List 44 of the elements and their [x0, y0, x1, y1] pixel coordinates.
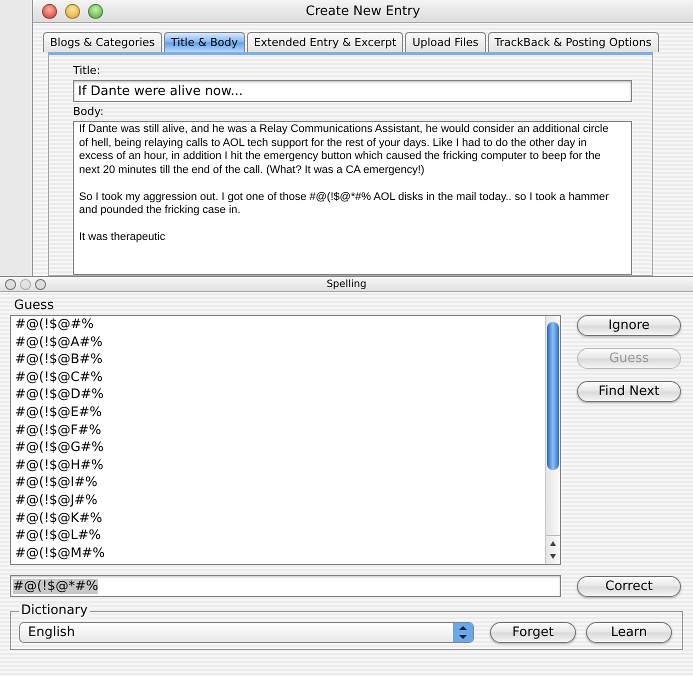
- group-label: Dictionary: [19, 603, 90, 618]
- guess-item[interactable]: #@(!$@M#%: [15, 546, 541, 564]
- correct-button[interactable]: Correct: [577, 576, 681, 597]
- guess-item[interactable]: #@(!$@I#%: [15, 475, 541, 493]
- guess-item[interactable]: #@(!$@D#%: [15, 387, 541, 405]
- stepper-arrows-icon: [453, 622, 473, 642]
- minimize-button[interactable]: [65, 4, 80, 18]
- zoom-button[interactable]: [35, 278, 46, 290]
- panel-button[interactable]: Ignore: [577, 315, 681, 336]
- guess-item[interactable]: #@(!$@J#%: [15, 492, 541, 511]
- popup-value: English: [28, 624, 76, 640]
- title-field[interactable]: If Dante were alive now...: [73, 80, 632, 102]
- dictionary-button[interactable]: Learn: [586, 622, 672, 643]
- panel-button[interactable]: Find Next: [577, 381, 681, 402]
- guess-item[interactable]: #@(!$@A#%: [15, 334, 541, 352]
- body-paragraph: If Dante was still alive, and he was a Relay Communications Assistant, he would consider an additional circle of hell, being relaying calls to AOL tech support for the rest of your days. Like I had to do the other day in excess of an hour, in addition I hit the emergency button which caused the fricking computer to beep for the next 20 minutes till the end of the call. (What? It was a CA emergency!): [79, 123, 610, 177]
- tab[interactable]: Title & Body: [164, 32, 245, 52]
- guess-item[interactable]: #@(!$@#%: [15, 317, 541, 335]
- tab[interactable]: Blogs & Categories: [43, 32, 162, 52]
- dictionary-popup[interactable]: English: [19, 622, 474, 642]
- guess-item[interactable]: #@(!$@B#%: [15, 352, 541, 370]
- window-title: Create New Entry: [306, 4, 420, 18]
- panel-title: Spelling: [326, 278, 366, 290]
- body-text-area[interactable]: [73, 121, 632, 275]
- body-paragraph: It was therapeutic: [79, 231, 166, 244]
- close-button[interactable]: [5, 278, 16, 290]
- field-label: Title:: [73, 64, 102, 77]
- dictionary-button[interactable]: Forget: [490, 622, 576, 643]
- word-field[interactable]: #@(!$@*#%: [10, 575, 561, 597]
- field-label: Body:: [73, 105, 105, 118]
- list-label: Guess: [14, 298, 54, 313]
- body-paragraph: So I took my aggression out. I got one of those #@(!$@*#% AOL disks in the mail today.. so I took a hammer and pounded the fricking case in.: [79, 190, 610, 218]
- tab[interactable]: TrackBack & Posting Options: [488, 32, 659, 52]
- tab[interactable]: Upload Files: [405, 32, 486, 52]
- guess-item[interactable]: #@(!$@H#%: [15, 458, 541, 476]
- scrollbar[interactable]: [545, 316, 560, 564]
- guess-item[interactable]: #@(!$@G#%: [15, 440, 541, 458]
- guess-item[interactable]: #@(!$@L#%: [15, 528, 541, 546]
- guess-item[interactable]: #@(!$@K#%: [15, 510, 541, 528]
- tab[interactable]: Extended Entry & Excerpt: [246, 32, 404, 52]
- guess-item[interactable]: #@(!$@C#%: [15, 370, 541, 388]
- guess-item[interactable]: #@(!$@E#%: [15, 404, 541, 423]
- guess-item[interactable]: #@(!$@F#%: [15, 422, 541, 440]
- selected-word: #@(!$@*#%: [13, 578, 98, 594]
